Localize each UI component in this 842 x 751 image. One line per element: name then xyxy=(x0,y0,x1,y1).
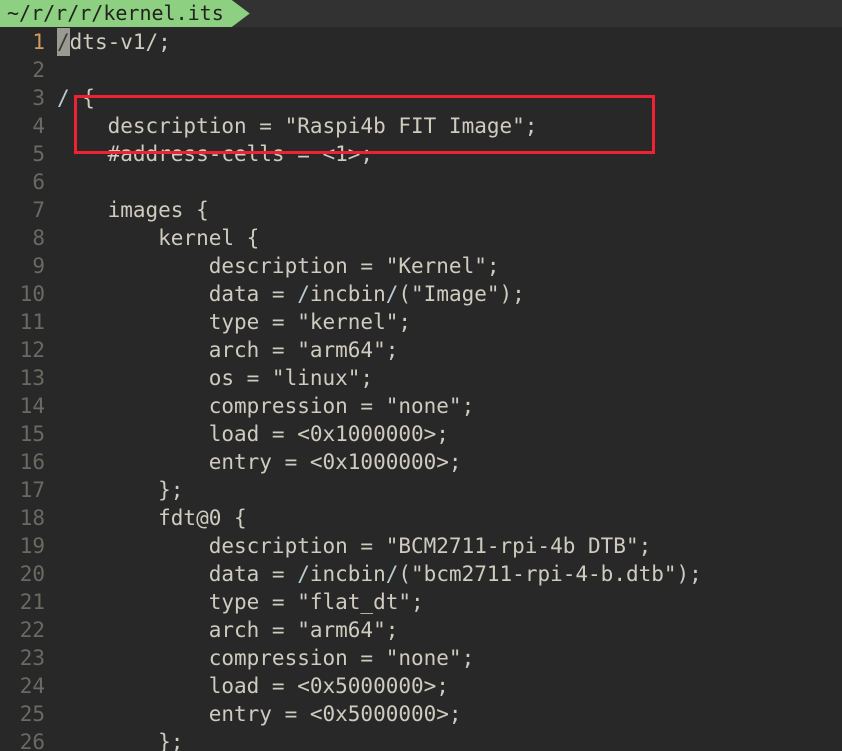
text-cursor: / xyxy=(57,28,70,56)
line-number: 19 xyxy=(19,534,45,558)
line-text: /dts-v1/; xyxy=(57,28,171,56)
tab-kernel-its[interactable]: ~/r/r/r/kernel.its xyxy=(0,0,250,27)
code-line[interactable]: 18 fdt@0 { xyxy=(0,504,842,532)
code-line[interactable]: 6 xyxy=(0,168,842,196)
line-number: 14 xyxy=(19,394,45,418)
line-number: 15 xyxy=(19,422,45,446)
slash-token: / xyxy=(297,282,310,306)
line-number: 12 xyxy=(19,338,45,362)
code-line[interactable]: 16 entry = <0x1000000>; xyxy=(0,448,842,476)
line-number: 5 xyxy=(32,142,45,166)
line-text: images { xyxy=(57,198,209,222)
line-text: type = "flat_dt"; xyxy=(57,590,424,614)
line-number: 4 xyxy=(32,114,45,138)
line-number: 24 xyxy=(19,674,45,698)
line-number: 23 xyxy=(19,646,45,670)
line-number: 22 xyxy=(19,618,45,642)
slash-token: / xyxy=(57,86,70,110)
code-line[interactable]: 12 arch = "arm64"; xyxy=(0,336,842,364)
code-line[interactable]: 22 arch = "arm64"; xyxy=(0,616,842,644)
code-lines: 1/dts-v1/; 2 3/ {4 description = "Raspi4b… xyxy=(0,27,842,751)
line-number: 17 xyxy=(19,478,45,502)
line-text: kernel { xyxy=(57,226,260,250)
code-line[interactable]: 14 compression = "none"; xyxy=(0,392,842,420)
code-line[interactable]: 24 load = <0x5000000>; xyxy=(0,672,842,700)
line-number: 18 xyxy=(19,506,45,530)
line-text: entry = <0x1000000>; xyxy=(57,450,462,474)
line-number: 9 xyxy=(32,254,45,278)
line-text: type = "kernel"; xyxy=(57,310,412,334)
line-text: #address-cells = <1>; xyxy=(57,142,374,166)
line-number: 21 xyxy=(19,590,45,614)
code-line[interactable]: 1/dts-v1/; xyxy=(0,28,842,56)
code-line[interactable]: 25 entry = <0x5000000>; xyxy=(0,700,842,728)
code-line[interactable]: 17 }; xyxy=(0,476,842,504)
line-number: 3 xyxy=(32,86,45,110)
line-text: load = <0x1000000>; xyxy=(57,422,449,446)
slash-token: / xyxy=(297,562,310,586)
code-line[interactable]: 26 }; xyxy=(0,728,842,751)
line-number: 8 xyxy=(32,226,45,250)
code-line[interactable]: 15 load = <0x1000000>; xyxy=(0,420,842,448)
line-number: 6 xyxy=(32,170,45,194)
line-text: description = "Kernel"; xyxy=(57,254,500,278)
line-text: fdt@0 { xyxy=(57,506,247,530)
line-text: entry = <0x5000000>; xyxy=(57,702,462,726)
line-text xyxy=(45,56,70,84)
line-number: 25 xyxy=(19,702,45,726)
code-line[interactable]: 4 description = "Raspi4b FIT Image"; xyxy=(0,112,842,140)
line-text: arch = "arm64"; xyxy=(57,618,399,642)
line-text: data = /incbin/("Image"); xyxy=(57,282,525,306)
code-line[interactable]: 9 description = "Kernel"; xyxy=(0,252,842,280)
tab-bar: ~/r/r/r/kernel.its xyxy=(0,0,842,27)
code-line[interactable]: 11 type = "kernel"; xyxy=(0,308,842,336)
code-line[interactable]: 21 type = "flat_dt"; xyxy=(0,588,842,616)
line-number: 26 xyxy=(19,730,45,751)
line-number: 16 xyxy=(19,450,45,474)
line-text: os = "linux"; xyxy=(57,366,374,390)
line-number: 10 xyxy=(19,282,45,306)
line-text: compression = "none"; xyxy=(57,394,475,418)
line-text: }; xyxy=(57,730,184,751)
line-number: 7 xyxy=(32,198,45,222)
code-line[interactable]: 13 os = "linux"; xyxy=(0,364,842,392)
line-number: 1 xyxy=(32,30,45,54)
code-line[interactable]: 10 data = /incbin/("Image"); xyxy=(0,280,842,308)
line-number: 20 xyxy=(19,562,45,586)
line-text: description = "Raspi4b FIT Image"; xyxy=(57,114,538,138)
code-line[interactable]: 23 compression = "none"; xyxy=(0,644,842,672)
line-text: data = /incbin/("bcm2711-rpi-4-b.dtb"); xyxy=(57,562,702,586)
code-editor[interactable]: 1/dts-v1/; 2 3/ {4 description = "Raspi4b… xyxy=(0,27,842,751)
code-line[interactable]: 2 xyxy=(0,56,842,84)
slash-token: / xyxy=(385,282,399,306)
code-line[interactable]: 5 #address-cells = <1>; xyxy=(0,140,842,168)
line-text: load = <0x5000000>; xyxy=(57,674,449,698)
code-line[interactable]: 8 kernel { xyxy=(0,224,842,252)
line-number: 11 xyxy=(19,310,45,334)
code-line[interactable]: 19 description = "BCM2711-rpi-4b DTB"; xyxy=(0,532,842,560)
slash-token: / xyxy=(385,562,399,586)
line-text: description = "BCM2711-rpi-4b DTB"; xyxy=(57,534,652,558)
code-line[interactable]: 3 / { xyxy=(0,84,842,112)
line-number: 2 xyxy=(32,58,45,82)
line-number: 13 xyxy=(19,366,45,390)
line-text: arch = "arm64"; xyxy=(57,338,399,362)
line-text: compression = "none"; xyxy=(57,646,475,670)
code-line[interactable]: 7 images { xyxy=(0,196,842,224)
line-text xyxy=(45,168,70,196)
line-text: / { xyxy=(57,86,95,110)
line-text: }; xyxy=(57,478,184,502)
code-line[interactable]: 20 data = /incbin/("bcm2711-rpi-4-b.dtb"… xyxy=(0,560,842,588)
